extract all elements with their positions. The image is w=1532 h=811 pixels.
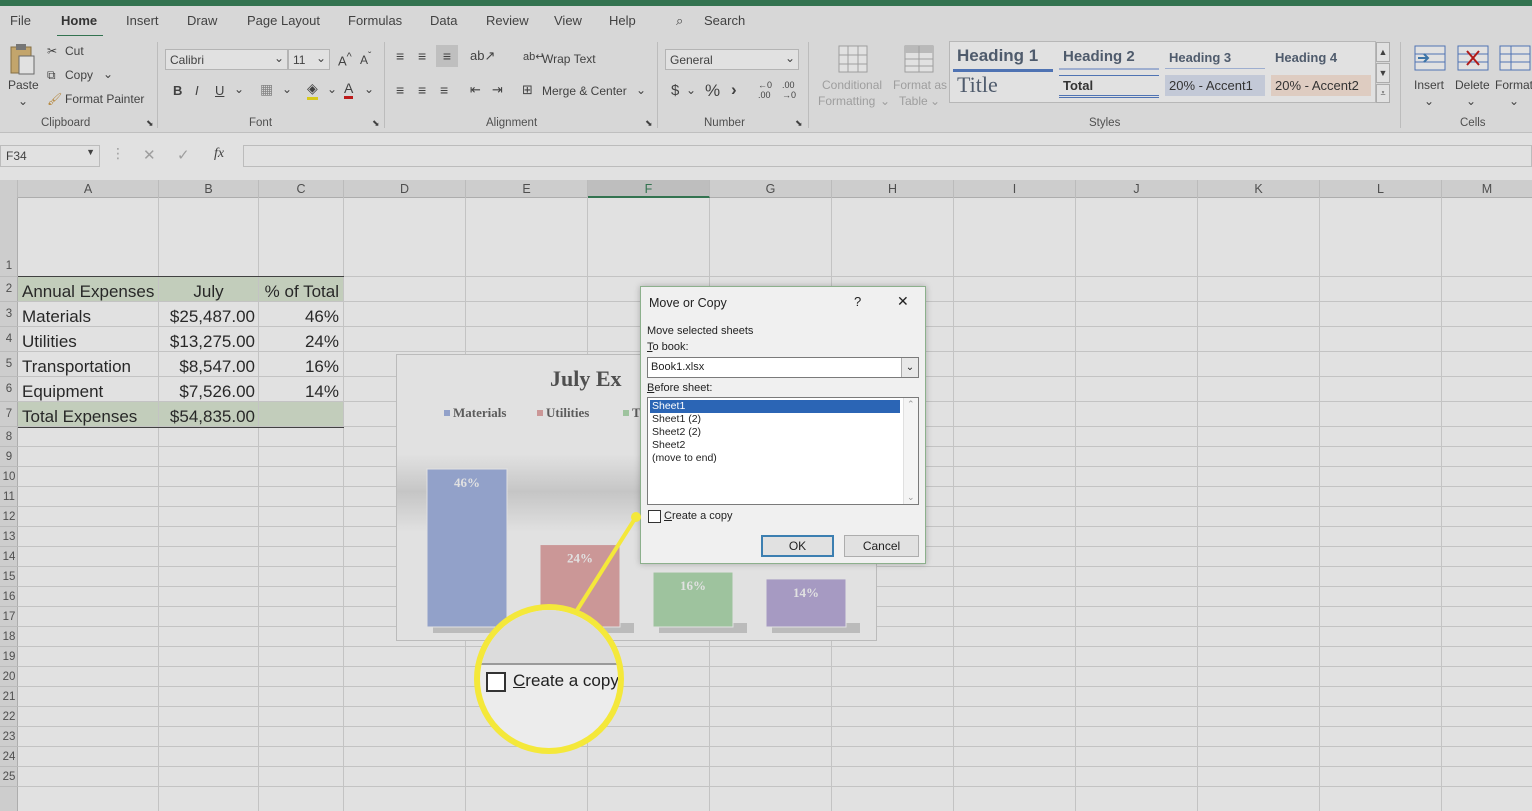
before-sheet-label: Before sheet:: [647, 382, 713, 394]
scroll-up-icon[interactable]: ⌃: [907, 399, 915, 410]
dialog-prompt: Move selected sheets: [647, 325, 754, 337]
cancel-button[interactable]: Cancel: [844, 535, 919, 557]
close-icon[interactable]: ✕: [897, 293, 909, 310]
move-or-copy-dialog: Move or Copy ? ✕ Move selected sheets To…: [640, 286, 926, 564]
to-book-select[interactable]: Book1.xlsx ⌄: [647, 357, 919, 378]
list-item[interactable]: (move to end): [650, 452, 900, 465]
list-item[interactable]: Sheet2: [650, 439, 900, 452]
dialog-title: Move or Copy: [649, 296, 727, 310]
chevron-down-icon: ⌄: [901, 358, 918, 377]
list-item[interactable]: Sheet1: [650, 400, 900, 413]
create-copy-label[interactable]: Create a copy: [664, 510, 733, 522]
magnified-checkbox: [486, 672, 506, 692]
list-item[interactable]: Sheet2 (2): [650, 426, 900, 439]
magnified-create-copy-label: Create a copy: [513, 671, 619, 690]
to-book-label: To book:: [647, 341, 689, 353]
ok-button[interactable]: OK: [761, 535, 834, 557]
list-scrollbar[interactable]: ⌃ ⌄: [903, 398, 918, 504]
before-sheet-list[interactable]: Sheet1 Sheet1 (2) Sheet2 (2) Sheet2 (mov…: [647, 397, 919, 505]
help-icon[interactable]: ?: [854, 294, 861, 309]
scroll-down-icon[interactable]: ⌄: [907, 492, 915, 503]
magnified-list-edge: [480, 610, 618, 665]
callout-pointer: [572, 512, 641, 617]
to-book-value: Book1.xlsx: [651, 361, 705, 373]
callout-magnifier: Create a copy: [474, 604, 624, 754]
list-item[interactable]: Sheet1 (2): [650, 413, 900, 426]
